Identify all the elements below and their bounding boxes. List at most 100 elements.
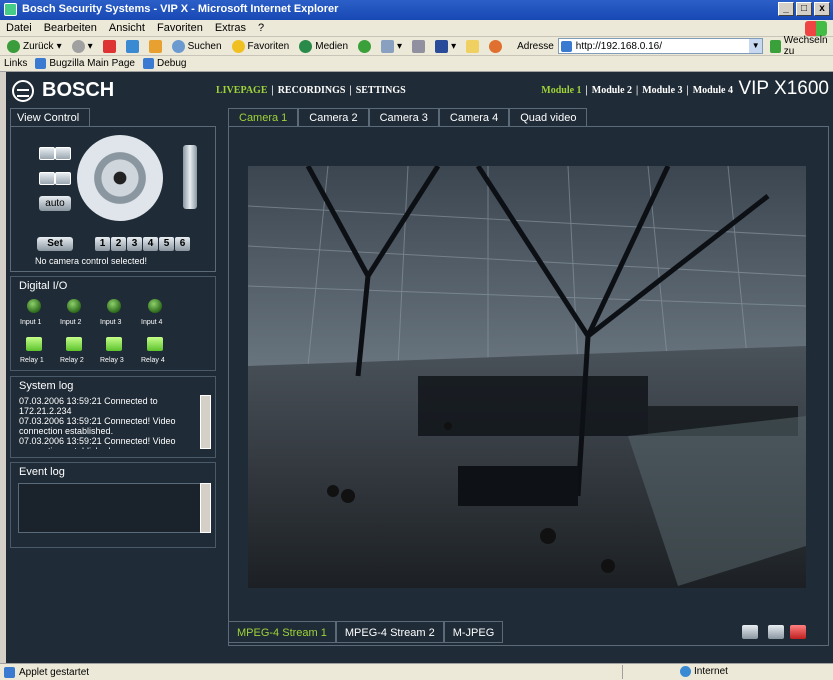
model-name: VIP X1600 <box>738 78 829 99</box>
search-button[interactable]: Suchen <box>169 38 225 55</box>
menu-edit[interactable]: Bearbeiten <box>44 22 97 34</box>
preset-3-button[interactable]: 3 <box>127 237 142 251</box>
preset-6-button[interactable]: 6 <box>175 237 190 251</box>
view-control-panel: auto Set 1 2 3 4 5 6 No camera control s… <box>10 126 216 272</box>
input-4-label: Input 4 <box>141 319 163 326</box>
printer-icon <box>412 39 426 53</box>
history-button[interactable] <box>355 38 374 55</box>
tab-camera-4[interactable]: Camera 4 <box>438 108 510 127</box>
system-log-title: System log <box>19 380 74 392</box>
zoom-out-button[interactable] <box>39 147 55 160</box>
address-dropdown-icon[interactable]: ▼ <box>749 39 763 53</box>
input-4-led-icon <box>148 299 162 313</box>
nav-livepage[interactable]: LIVEPAGE <box>216 85 268 96</box>
folder-icon <box>466 39 480 53</box>
zoom-in-button[interactable] <box>55 147 71 160</box>
nav-module-4[interactable]: Module 4 <box>693 85 733 96</box>
tab-mpeg4-stream-1[interactable]: MPEG-4 Stream 1 <box>228 621 336 643</box>
media-button[interactable]: Medien <box>296 38 351 55</box>
link-bugzilla[interactable]: Bugzilla Main Page <box>35 58 135 69</box>
input-1-led-icon <box>27 299 41 313</box>
word-button[interactable]: ▾ <box>432 38 459 55</box>
relay-2-label: Relay 2 <box>60 357 84 364</box>
event-log-title: Event log <box>19 466 65 478</box>
tab-camera-1[interactable]: Camera 1 <box>228 108 299 127</box>
menu-file[interactable]: Datei <box>6 22 32 34</box>
preset-2-button[interactable]: 2 <box>111 237 126 251</box>
menu-view[interactable]: Ansicht <box>109 22 145 34</box>
input-1-label: Input 1 <box>20 319 42 326</box>
go-button[interactable]: Wechseln zu <box>767 35 833 57</box>
stream-tabs: MPEG-4 Stream 1 MPEG-4 Stream 2 M-JPEG <box>228 621 504 643</box>
address-value: http://192.168.0.16/ <box>575 40 662 52</box>
nav-module-3[interactable]: Module 3 <box>642 85 682 96</box>
menu-favorites[interactable]: Favoriten <box>157 22 203 34</box>
favorites-button[interactable]: Favoriten <box>229 38 293 55</box>
tab-camera-2[interactable]: Camera 2 <box>298 108 369 127</box>
links-label: Links <box>4 58 28 69</box>
media-icon <box>299 39 313 53</box>
menu-tools[interactable]: Extras <box>215 22 246 34</box>
mail-icon <box>381 39 395 53</box>
address-field[interactable]: http://192.168.0.16/ ▼ <box>557 38 764 54</box>
maximize-button[interactable]: □ <box>796 2 812 16</box>
tab-quad-video[interactable]: Quad video <box>509 108 588 127</box>
stop-button[interactable] <box>100 38 119 55</box>
preset-4-button[interactable]: 4 <box>143 237 158 251</box>
zone-indicator: Internet <box>680 666 728 677</box>
snapshot-button[interactable] <box>742 625 758 639</box>
tab-mjpeg[interactable]: M-JPEG <box>443 621 504 643</box>
nav-settings[interactable]: SETTINGS <box>356 85 406 96</box>
mail-button[interactable]: ▾ <box>378 38 405 55</box>
live-video-feed[interactable] <box>248 166 806 588</box>
print-button[interactable] <box>409 38 428 55</box>
system-log-scrollbar[interactable] <box>200 395 211 449</box>
messenger-icon <box>489 39 503 53</box>
link-debug[interactable]: Debug <box>142 58 186 69</box>
bosch-armature-icon <box>12 79 34 102</box>
event-log-box <box>18 483 208 533</box>
tab-camera-3[interactable]: Camera 3 <box>368 108 439 127</box>
relay-2-toggle[interactable] <box>66 337 82 351</box>
focus-far-button[interactable] <box>55 172 71 185</box>
save-snapshot-button[interactable] <box>768 625 784 639</box>
video-image <box>248 166 806 588</box>
nav-recordings[interactable]: RECORDINGS <box>278 85 346 96</box>
relay-3-toggle[interactable] <box>106 337 122 351</box>
relay-1-label: Relay 1 <box>20 357 44 364</box>
preset-1-button[interactable]: 1 <box>95 237 110 251</box>
input-2-label: Input 2 <box>60 319 82 326</box>
relay-4-toggle[interactable] <box>147 337 163 351</box>
nav-module-2[interactable]: Module 2 <box>592 85 632 96</box>
record-button[interactable] <box>790 625 806 639</box>
folder-button[interactable] <box>463 38 482 55</box>
menu-help[interactable]: ? <box>258 22 264 34</box>
auto-button[interactable]: auto <box>39 196 71 211</box>
page-icon <box>560 40 572 52</box>
messenger-button[interactable] <box>486 38 505 55</box>
set-preset-button[interactable]: Set <box>37 237 73 251</box>
window-titlebar: Bosch Security Systems - VIP X - Microso… <box>0 0 833 20</box>
preset-5-button[interactable]: 5 <box>159 237 174 251</box>
system-log-text: 07.03.2006 13:59:21 Connected to 172.21.… <box>18 395 208 449</box>
relay-3-label: Relay 3 <box>100 357 124 364</box>
digital-io-title: Digital I/O <box>19 280 68 292</box>
home-button[interactable] <box>146 38 165 55</box>
relay-1-toggle[interactable] <box>26 337 42 351</box>
window-title: Bosch Security Systems - VIP X - Microso… <box>22 3 339 15</box>
back-button[interactable]: Zurück ▾ <box>4 38 65 55</box>
minimize-button[interactable]: _ <box>778 2 794 16</box>
tab-mpeg4-stream-2[interactable]: MPEG-4 Stream 2 <box>335 621 444 643</box>
history-icon <box>358 39 372 53</box>
ptz-joystick[interactable] <box>77 135 163 221</box>
event-log-panel: Event log <box>10 462 216 548</box>
speed-slider[interactable] <box>183 145 197 209</box>
input-3-label: Input 3 <box>100 319 122 326</box>
event-log-scrollbar[interactable] <box>200 483 211 533</box>
forward-button[interactable]: ▾ <box>69 38 96 55</box>
home-icon <box>148 39 162 53</box>
refresh-button[interactable] <box>123 38 142 55</box>
focus-near-button[interactable] <box>39 172 55 185</box>
close-button[interactable]: x <box>814 2 830 16</box>
nav-module-1[interactable]: Module 1 <box>541 85 581 96</box>
